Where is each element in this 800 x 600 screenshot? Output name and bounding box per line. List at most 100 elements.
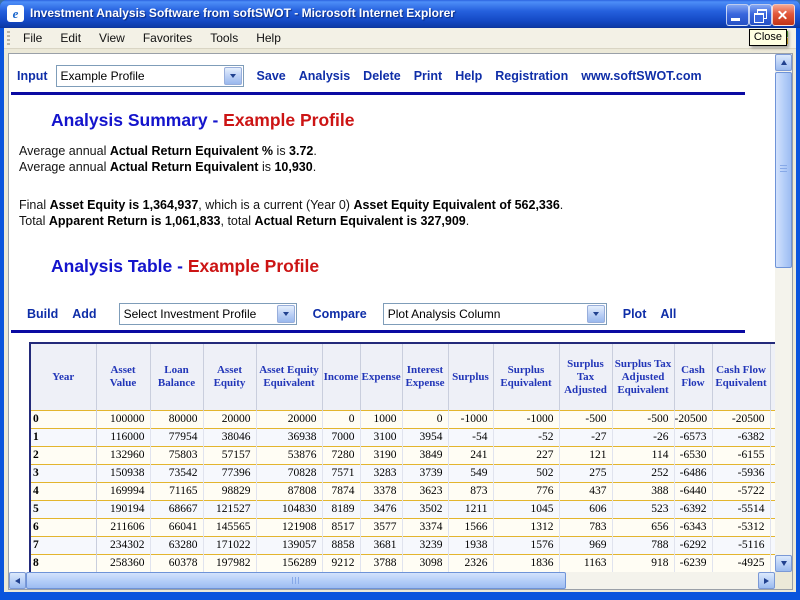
title-bar[interactable]: e Investment Analysis Software from soft… [0, 0, 800, 28]
minimize-button[interactable] [726, 4, 749, 26]
column-header-income: Income [322, 343, 360, 411]
restore-button[interactable] [749, 4, 772, 26]
horizontal-scrollbar[interactable] [9, 572, 775, 589]
close-button[interactable] [772, 4, 795, 26]
cell-value: 3502 [402, 501, 448, 519]
scroll-down-button[interactable] [775, 555, 792, 572]
cell-value: 68667 [150, 501, 203, 519]
scroll-left-button[interactable] [9, 572, 26, 589]
cell-value: -6392 [674, 501, 712, 519]
minimize-icon [731, 18, 740, 21]
build-link[interactable]: Build [27, 307, 58, 321]
scroll-up-button[interactable] [775, 54, 792, 71]
horizontal-scroll-thumb[interactable] [26, 572, 566, 589]
cell-value: -6292 [674, 537, 712, 555]
menu-item-view[interactable]: View [90, 29, 134, 47]
toolbar-link-delete[interactable]: Delete [363, 69, 401, 83]
column-header-cash-flow: Cash Flow [674, 343, 712, 411]
chevron-down-icon[interactable] [224, 67, 242, 85]
menu-item-tools[interactable]: Tools [201, 29, 247, 47]
toolbar-link-help[interactable]: Help [455, 69, 482, 83]
cell-value: -26 [612, 429, 674, 447]
cell-value: 7571 [322, 465, 360, 483]
add-link[interactable]: Add [72, 307, 96, 321]
cell-value: 57157 [203, 447, 256, 465]
cell-value: 20000 [203, 411, 256, 429]
ie-icon: e [7, 5, 24, 22]
toolbar-links: Save Analysis Delete Print Help Registration w… [244, 69, 702, 83]
cell-value: 8858 [322, 537, 360, 555]
summary-paragraph-2: Final Asset Equity is 1,364,937, which i… [19, 198, 775, 229]
cell-year: 7 [30, 537, 96, 555]
toolbar-link-analysis[interactable]: Analysis [299, 69, 350, 83]
cell-value: 502 [493, 465, 559, 483]
cell-value: 60378 [150, 555, 203, 573]
cell-value: 437 [559, 483, 612, 501]
cell-value: 116000 [96, 429, 150, 447]
investment-profile-select[interactable]: Select Investment Profile [119, 303, 297, 325]
cell-value: 3788 [360, 555, 402, 573]
arrow-right-icon [764, 578, 769, 584]
page-content: Input Example Profile SaveAnalysisDelete… [9, 54, 775, 572]
cell-value: -4925 [712, 555, 770, 573]
cell-value: -6343 [674, 519, 712, 537]
cell-value: 3849 [402, 447, 448, 465]
cell-value: 9212 [322, 555, 360, 573]
table-row: 7234302632801710221390578858368132391938… [30, 537, 775, 555]
cell-value: -5514 [712, 501, 770, 519]
toolbar-link-registration[interactable]: Registration [495, 69, 568, 83]
cell-value: -6239 [674, 555, 712, 573]
chevron-down-icon[interactable] [587, 305, 605, 323]
vertical-scroll-thumb[interactable] [775, 72, 792, 268]
plot-link[interactable]: Plot [623, 307, 647, 321]
scrollbar-corner [775, 572, 792, 589]
vertical-scrollbar[interactable] [775, 54, 792, 572]
cell-value: -1000 [493, 411, 559, 429]
cell-value: 53876 [256, 447, 322, 465]
toolbar-link-www-softswot-com[interactable]: www.softSWOT.com [581, 69, 701, 83]
chevron-down-icon[interactable] [277, 305, 295, 323]
cell-value: 211606 [96, 519, 150, 537]
menu-item-favorites[interactable]: Favorites [134, 29, 201, 47]
cell-value: 7280 [322, 447, 360, 465]
profile-select[interactable]: Example Profile [56, 65, 244, 87]
cell-value: -1000 [448, 411, 493, 429]
toolbar-grip[interactable] [7, 31, 10, 45]
cell-value: -6155 [712, 447, 770, 465]
cell-value: 0 [402, 411, 448, 429]
plot-column-select[interactable]: Plot Analysis Column [383, 303, 607, 325]
toolbar-link-save[interactable]: Save [257, 69, 286, 83]
cell-value: 523 [612, 501, 674, 519]
cell-value: -5722 [712, 483, 770, 501]
cell-value: -500 [612, 411, 674, 429]
cell-value: 139057 [256, 537, 322, 555]
menu-items: FileEditViewFavoritesToolsHelp [14, 29, 290, 47]
all-link[interactable]: All [660, 307, 676, 321]
cell-value: 1045 [493, 501, 559, 519]
toolbar-link-print[interactable]: Print [414, 69, 442, 83]
menu-item-help[interactable]: Help [247, 29, 290, 47]
menu-item-file[interactable]: File [14, 29, 51, 47]
analysis-table: YearAsset ValueLoan BalanceAsset EquityA… [29, 342, 775, 572]
cell-value: 3374 [402, 519, 448, 537]
compare-link[interactable]: Compare [313, 307, 367, 321]
summary-line: Average annual Actual Return Equivalent … [19, 144, 775, 160]
divider-rule [11, 330, 745, 333]
cell-value: 121 [559, 447, 612, 465]
menu-item-edit[interactable]: Edit [51, 29, 90, 47]
cell-value: 145565 [203, 519, 256, 537]
summary-line: Total Apparent Return is 1,061,833, tota… [19, 214, 775, 230]
cell-value: 114 [612, 447, 674, 465]
cell-value: 77954 [150, 429, 203, 447]
cell-value: -20500 [712, 411, 770, 429]
cell-value: 3476 [360, 501, 402, 519]
cell-value: 783 [559, 519, 612, 537]
close-tooltip: Close [749, 29, 787, 46]
cell-value: 87808 [256, 483, 322, 501]
cell-value: 7874 [322, 483, 360, 501]
cell-year: 6 [30, 519, 96, 537]
scroll-right-button[interactable] [758, 572, 775, 589]
investment-profile-select-value: Select Investment Profile [124, 307, 257, 321]
cell-value: 3739 [402, 465, 448, 483]
cell-value: 606 [559, 501, 612, 519]
